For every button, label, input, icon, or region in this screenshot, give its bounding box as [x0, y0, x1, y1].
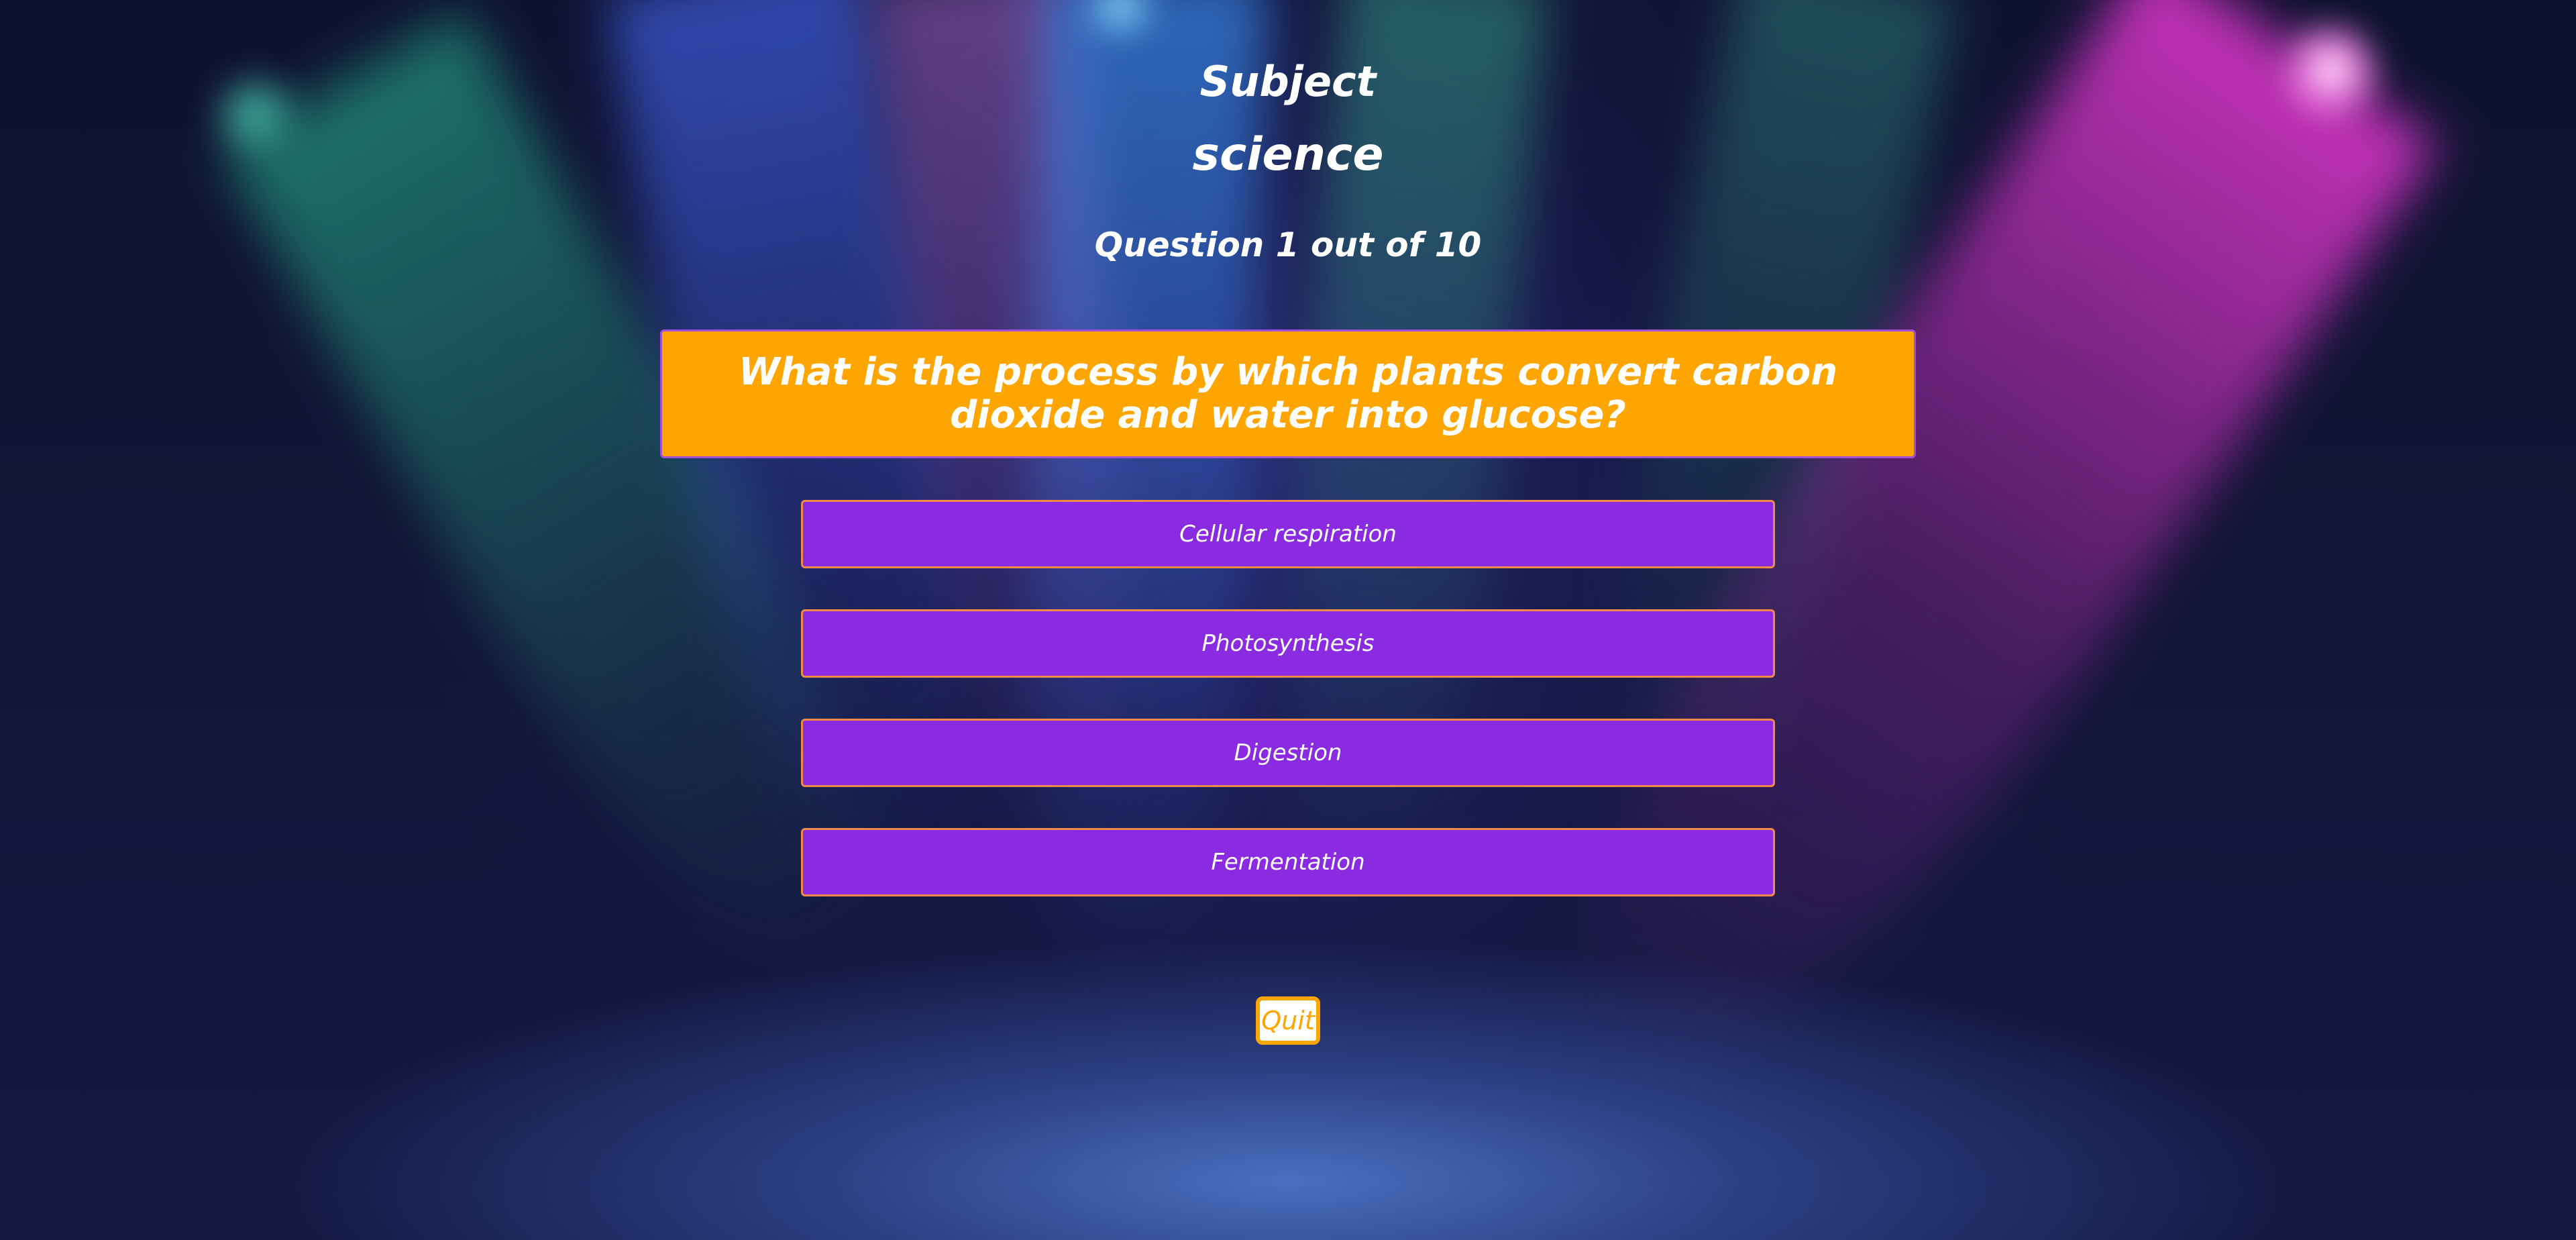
answer-button[interactable]: Photosynthesis [801, 609, 1775, 678]
answer-label: Cellular respiration [1179, 521, 1397, 548]
question-counter: Question 1 out of 10 [1094, 225, 1482, 264]
question-text: What is the process by which plants conv… [738, 350, 1838, 437]
answer-list: Cellular respiration Photosynthesis Dige… [801, 500, 1775, 937]
answer-label: Photosynthesis [1201, 630, 1375, 657]
answer-button[interactable]: Digestion [801, 719, 1775, 787]
question-box: What is the process by which plants conv… [660, 329, 1916, 458]
answer-button[interactable]: Fermentation [801, 828, 1775, 896]
subject-name: science [1192, 128, 1384, 181]
answer-label: Fermentation [1211, 849, 1365, 876]
quit-button[interactable]: Quit [1256, 996, 1320, 1045]
answer-button[interactable]: Cellular respiration [801, 500, 1775, 568]
answer-label: Digestion [1234, 739, 1342, 766]
page-title: Subject [1199, 57, 1377, 106]
